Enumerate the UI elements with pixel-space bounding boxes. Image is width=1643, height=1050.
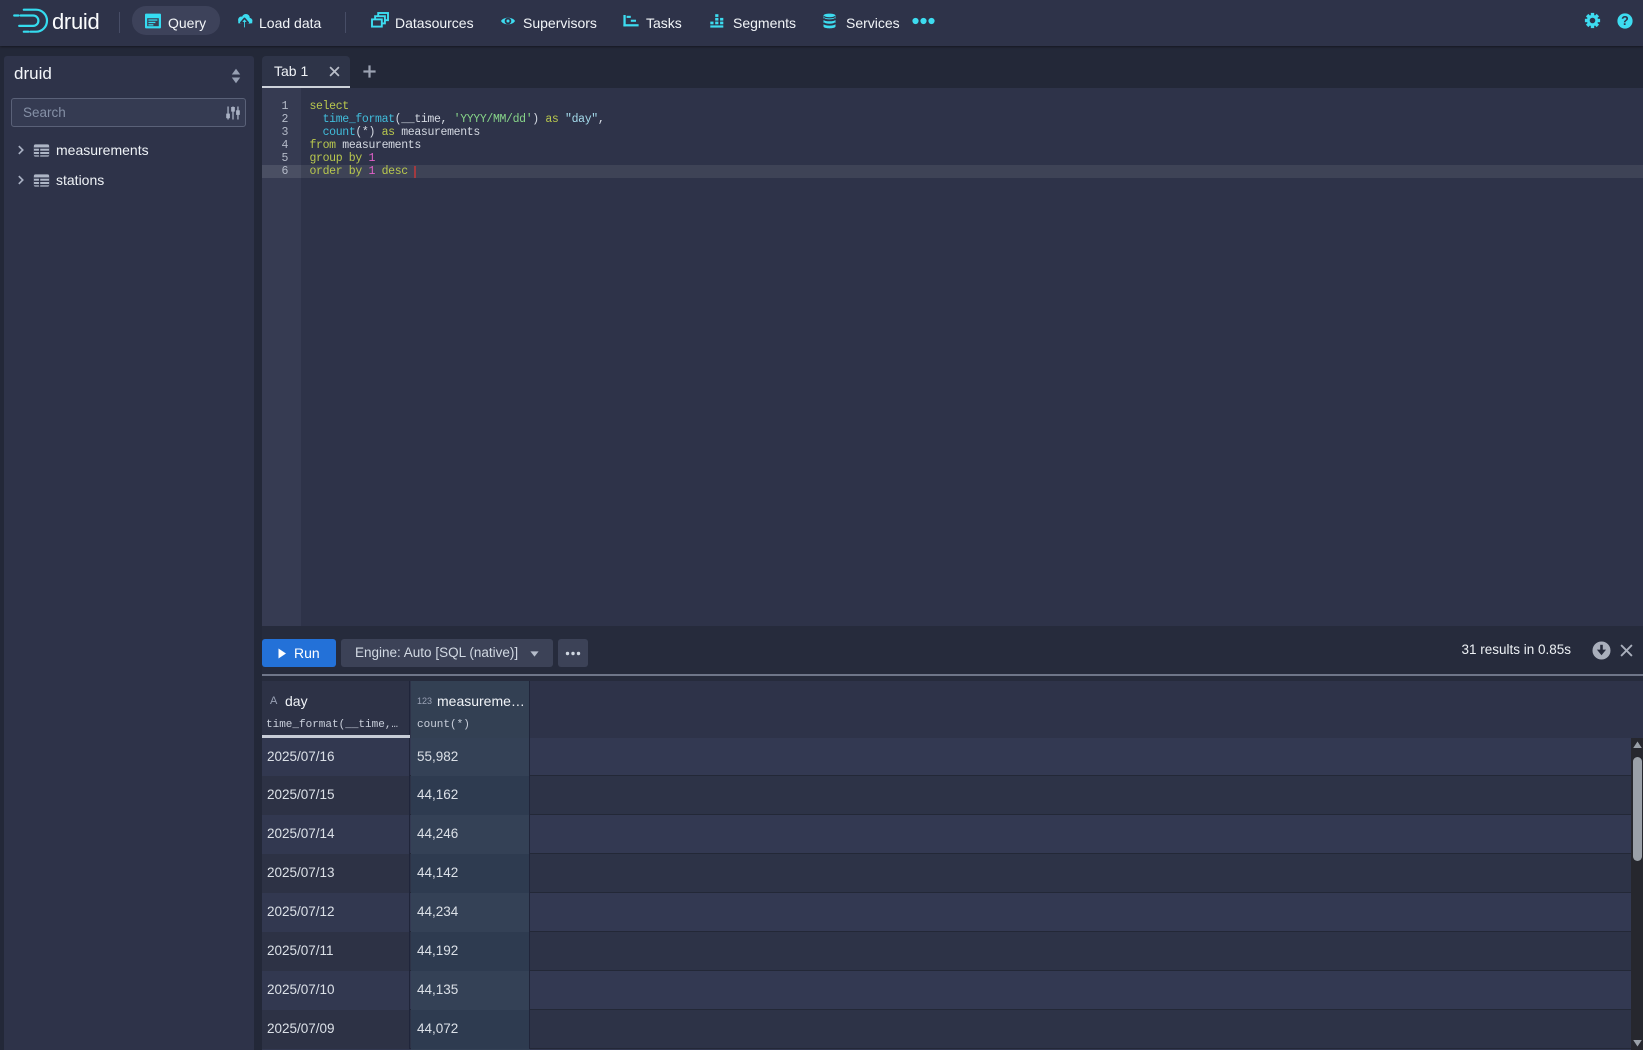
svg-text:?: ?	[1621, 14, 1629, 28]
